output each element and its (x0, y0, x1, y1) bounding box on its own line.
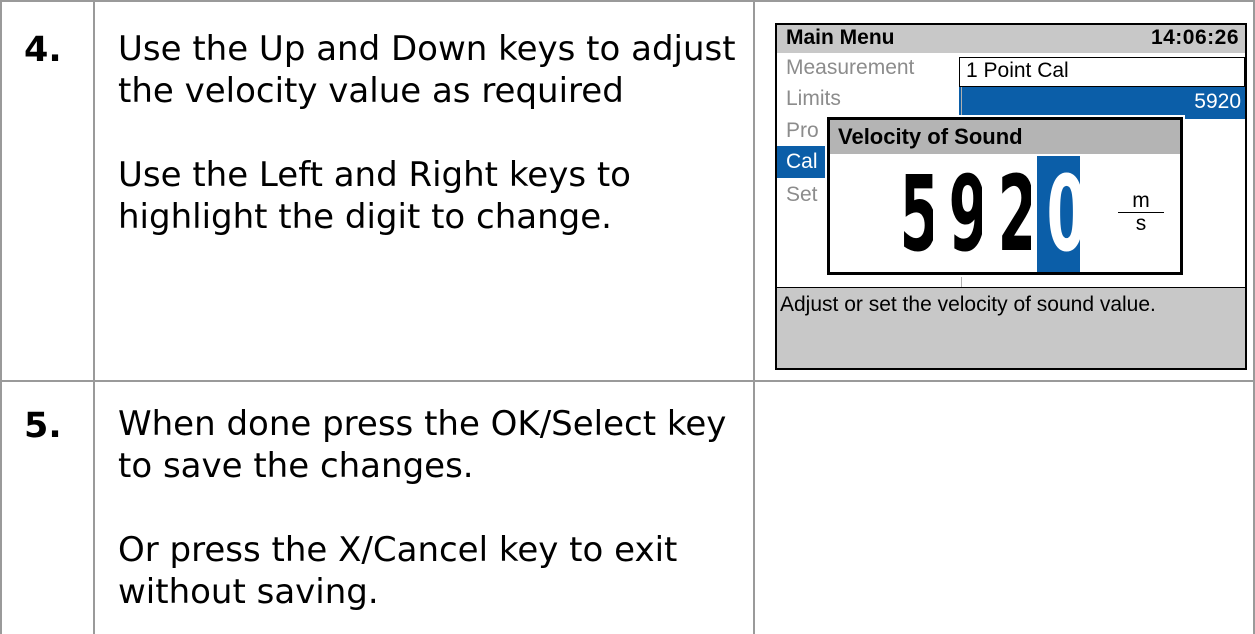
device-title: Main Menu (786, 26, 895, 49)
velocity-digit-value: 2 (998, 156, 1031, 272)
velocity-digit-value: 9 (949, 156, 982, 272)
velocity-digit-value: 5 (900, 156, 933, 272)
step-number: 5. (24, 406, 62, 446)
velocity-dialog-title: Velocity of Sound (838, 124, 1023, 149)
table-row-divider (0, 380, 1255, 382)
velocity-dialog-title-bar: Velocity of Sound (830, 120, 1180, 154)
device-help-bar: Adjust or set the velocity of sound valu… (777, 287, 1245, 368)
unit-denominator: s (1135, 212, 1147, 235)
step-paragraph: Use the Left and Right keys to highlight… (118, 155, 631, 237)
step-paragraph: When done press the OK/Select key to sav… (118, 404, 727, 486)
velocity-digit[interactable]: 2 (988, 156, 1031, 272)
velocity-digit-editor: 5 9 2 0 (890, 156, 1080, 272)
velocity-digit-value: 0 (1047, 156, 1080, 272)
menu-item-probe[interactable]: Pro (786, 119, 819, 143)
menu-item-limits[interactable]: Limits (786, 87, 841, 111)
velocity-digit-selected[interactable]: 0 (1037, 156, 1080, 272)
step-number: 4. (24, 30, 62, 70)
table-top-border (0, 0, 1255, 2)
menu-item-measurement[interactable]: Measurement (786, 56, 914, 80)
velocity-dialog: Velocity of Sound 5 9 2 0 m s (827, 117, 1183, 275)
table-left-border (0, 0, 2, 634)
velocity-digit[interactable]: 5 (890, 156, 933, 272)
step-instructions: Use the Up and Down keys to adjust the v… (118, 28, 743, 238)
velocity-digit[interactable]: 9 (939, 156, 982, 272)
submenu-velocity-value: 5920 (1194, 90, 1241, 113)
device-screen: Main Menu 14:06:26 Measurement Limits Pr… (775, 23, 1247, 370)
device-clock: 14:06:26 (1150, 26, 1239, 49)
step-paragraph: Use the Up and Down keys to adjust the v… (118, 29, 736, 111)
unit-numerator: m (1132, 189, 1150, 212)
device-help-text: Adjust or set the velocity of sound valu… (780, 293, 1156, 316)
submenu-item-1-point-cal[interactable]: 1 Point Cal (959, 57, 1245, 87)
submenu-item-velocity[interactable]: 5920 (959, 87, 1245, 119)
device-title-bar: Main Menu 14:06:26 (777, 25, 1245, 53)
velocity-unit: m s (1118, 189, 1164, 235)
table-number-column-divider (93, 0, 95, 634)
menu-item-setup[interactable]: Set (786, 183, 818, 207)
step-paragraph: Or press the X/Cancel key to exit withou… (118, 530, 678, 612)
table-text-column-divider (753, 0, 755, 634)
step-instructions: When done press the OK/Select key to sav… (118, 403, 743, 613)
submenu-item-label: 1 Point Cal (966, 59, 1069, 82)
